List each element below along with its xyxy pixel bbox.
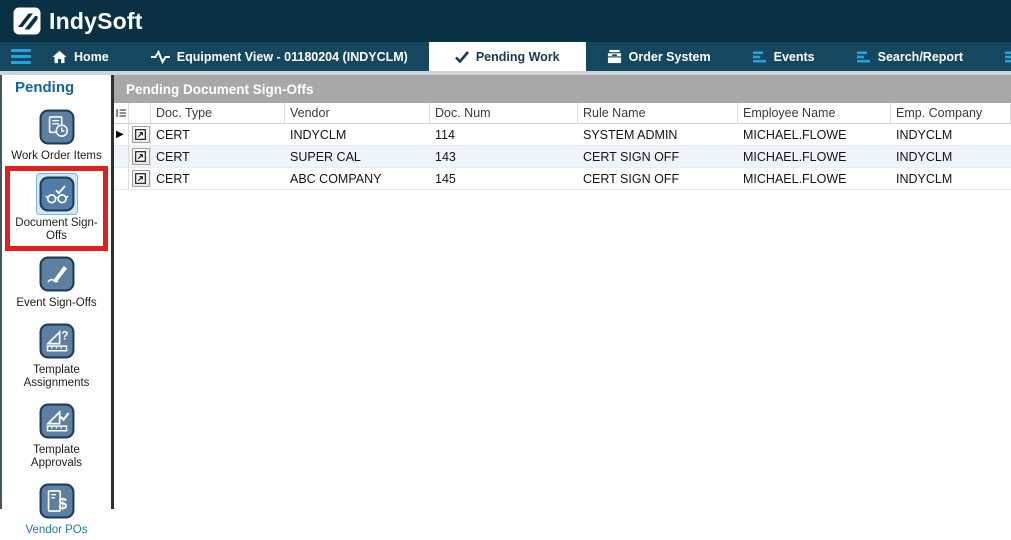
cell-doc-num: 145	[430, 168, 578, 190]
work-order-items-icon	[36, 106, 78, 148]
sidebar-item-vendor-pos[interactable]: $ Vendor POs	[10, 478, 103, 540]
nav-order-system-label: Order System	[629, 50, 711, 64]
nav-events[interactable]: Events	[732, 42, 836, 71]
column-header-rule-name[interactable]: Rule Name	[578, 103, 738, 124]
column-header-doc-num[interactable]: Doc. Num	[430, 103, 578, 124]
list-bars-icon	[1005, 51, 1011, 63]
launch-arrow-icon	[135, 129, 146, 140]
launch-arrow-icon	[135, 173, 146, 184]
template-assignments-icon: ?	[36, 320, 78, 362]
sidebar-item-work-order-items[interactable]: Work Order Items	[10, 104, 103, 166]
row-open-cell	[129, 168, 151, 190]
table-row[interactable]: CERT SUPER CAL 143 CERT SIGN OFF MICHAEL…	[114, 146, 1011, 168]
sidebar-item-label: Work Order Items	[11, 150, 103, 163]
nav-search-report[interactable]: Search/Report	[836, 42, 984, 71]
order-box-icon	[607, 49, 622, 64]
app-header: IndySoft	[0, 0, 1011, 42]
cell-doc-type: CERT	[151, 146, 285, 168]
open-document-button[interactable]	[132, 170, 150, 187]
column-header-emp-company[interactable]: Emp. Company	[891, 103, 1011, 124]
column-header-doc-type[interactable]: Doc. Type	[151, 103, 285, 124]
document-signoffs-grid: Doc. Type Vendor Doc. Num Rule Name Empl…	[114, 103, 1011, 190]
cell-doc-num: 114	[430, 124, 578, 146]
sidebar-item-label: Event Sign-Offs	[11, 297, 103, 310]
nav-home[interactable]: Home	[31, 42, 130, 71]
sidebar-title: Pending	[2, 75, 111, 99]
cell-vendor: ABC COMPANY	[285, 168, 430, 190]
launch-arrow-icon	[135, 151, 146, 162]
cell-doc-type: CERT	[151, 124, 285, 146]
waveform-icon	[151, 50, 170, 64]
nav-home-label: Home	[74, 50, 109, 64]
open-document-button[interactable]	[132, 148, 150, 165]
list-bars-icon	[857, 51, 871, 63]
sidebar-item-template-assignments[interactable]: ? Template Assignments	[10, 318, 103, 393]
indysoft-logo-icon	[13, 7, 41, 35]
app-title: IndySoft	[49, 8, 143, 35]
checkmark-icon	[455, 51, 469, 63]
sidebar-item-label: Vendor POs	[11, 524, 103, 537]
nav-add-edit[interactable]: Add/Edit	[984, 42, 1011, 71]
sidebar-item-label: Template Assignments	[11, 364, 103, 390]
cell-vendor: INDYCLM	[285, 124, 430, 146]
document-sign-offs-icon	[36, 173, 78, 215]
tab-pending-work[interactable]: Pending Work	[429, 42, 586, 71]
column-chooser-button[interactable]	[114, 103, 129, 124]
cell-emp-company: INDYCLM	[891, 146, 1011, 168]
row-indicator: ▶	[114, 124, 129, 146]
svg-text:?: ?	[61, 329, 68, 342]
row-open-cell	[129, 146, 151, 168]
home-icon	[52, 50, 67, 64]
column-header-employee-name[interactable]: Employee Name	[738, 103, 891, 124]
cell-employee-name: MICHAEL.FLOWE	[738, 146, 891, 168]
cell-rule-name: CERT SIGN OFF	[578, 146, 738, 168]
cell-rule-name: SYSTEM ADMIN	[578, 124, 738, 146]
main-panel: Pending Document Sign-Offs Doc. Type Ven…	[114, 75, 1011, 509]
nav-search-report-label: Search/Report	[878, 50, 963, 64]
cell-emp-company: INDYCLM	[891, 124, 1011, 146]
column-chooser-icon	[116, 108, 126, 118]
nav-events-label: Events	[774, 50, 815, 64]
tab-pending-work-label: Pending Work	[476, 50, 560, 64]
sidebar-item-event-sign-offs[interactable]: Event Sign-Offs	[10, 251, 103, 313]
sidebar-item-label: Document Sign-Offs	[11, 217, 103, 243]
column-header-vendor[interactable]: Vendor	[285, 103, 430, 124]
open-document-button[interactable]	[132, 126, 150, 143]
nav-order-system[interactable]: Order System	[586, 42, 732, 71]
menu-icon[interactable]	[11, 42, 31, 71]
sidebar-item-document-sign-offs[interactable]: Document Sign-Offs	[10, 171, 103, 246]
cell-doc-num: 143	[430, 146, 578, 168]
row-indicator	[114, 168, 129, 190]
template-approvals-icon	[36, 400, 78, 442]
cell-doc-type: CERT	[151, 168, 285, 190]
sidebar-item-template-approvals[interactable]: Template Approvals	[10, 398, 103, 473]
row-open-cell	[129, 124, 151, 146]
main-nav: Home Equipment View - 01180204 (INDYCLM)…	[0, 42, 1011, 71]
grid-header-row: Doc. Type Vendor Doc. Num Rule Name Empl…	[114, 103, 1011, 124]
cell-rule-name: CERT SIGN OFF	[578, 168, 738, 190]
cell-employee-name: MICHAEL.FLOWE	[738, 124, 891, 146]
table-row[interactable]: ▶ CERT INDYCLM 114 SYSTEM ADMIN MICHAEL.…	[114, 124, 1011, 146]
row-indicator	[114, 146, 129, 168]
list-bars-icon	[753, 51, 767, 63]
event-sign-offs-icon	[36, 253, 78, 295]
nav-equipment-view-label: Equipment View - 01180204 (INDYCLM)	[177, 50, 408, 64]
table-row[interactable]: CERT ABC COMPANY 145 CERT SIGN OFF MICHA…	[114, 168, 1011, 190]
sidebar-item-label: Template Approvals	[11, 444, 103, 470]
pending-sidebar: Pending Work Order Items	[0, 75, 111, 509]
vendor-pos-icon: $	[36, 480, 78, 522]
panel-title: Pending Document Sign-Offs	[114, 75, 1011, 103]
cell-vendor: SUPER CAL	[285, 146, 430, 168]
svg-text:$: $	[58, 496, 67, 513]
column-header-open[interactable]	[129, 103, 151, 124]
nav-equipment-view[interactable]: Equipment View - 01180204 (INDYCLM)	[130, 42, 429, 71]
cell-emp-company: INDYCLM	[891, 168, 1011, 190]
cell-employee-name: MICHAEL.FLOWE	[738, 168, 891, 190]
